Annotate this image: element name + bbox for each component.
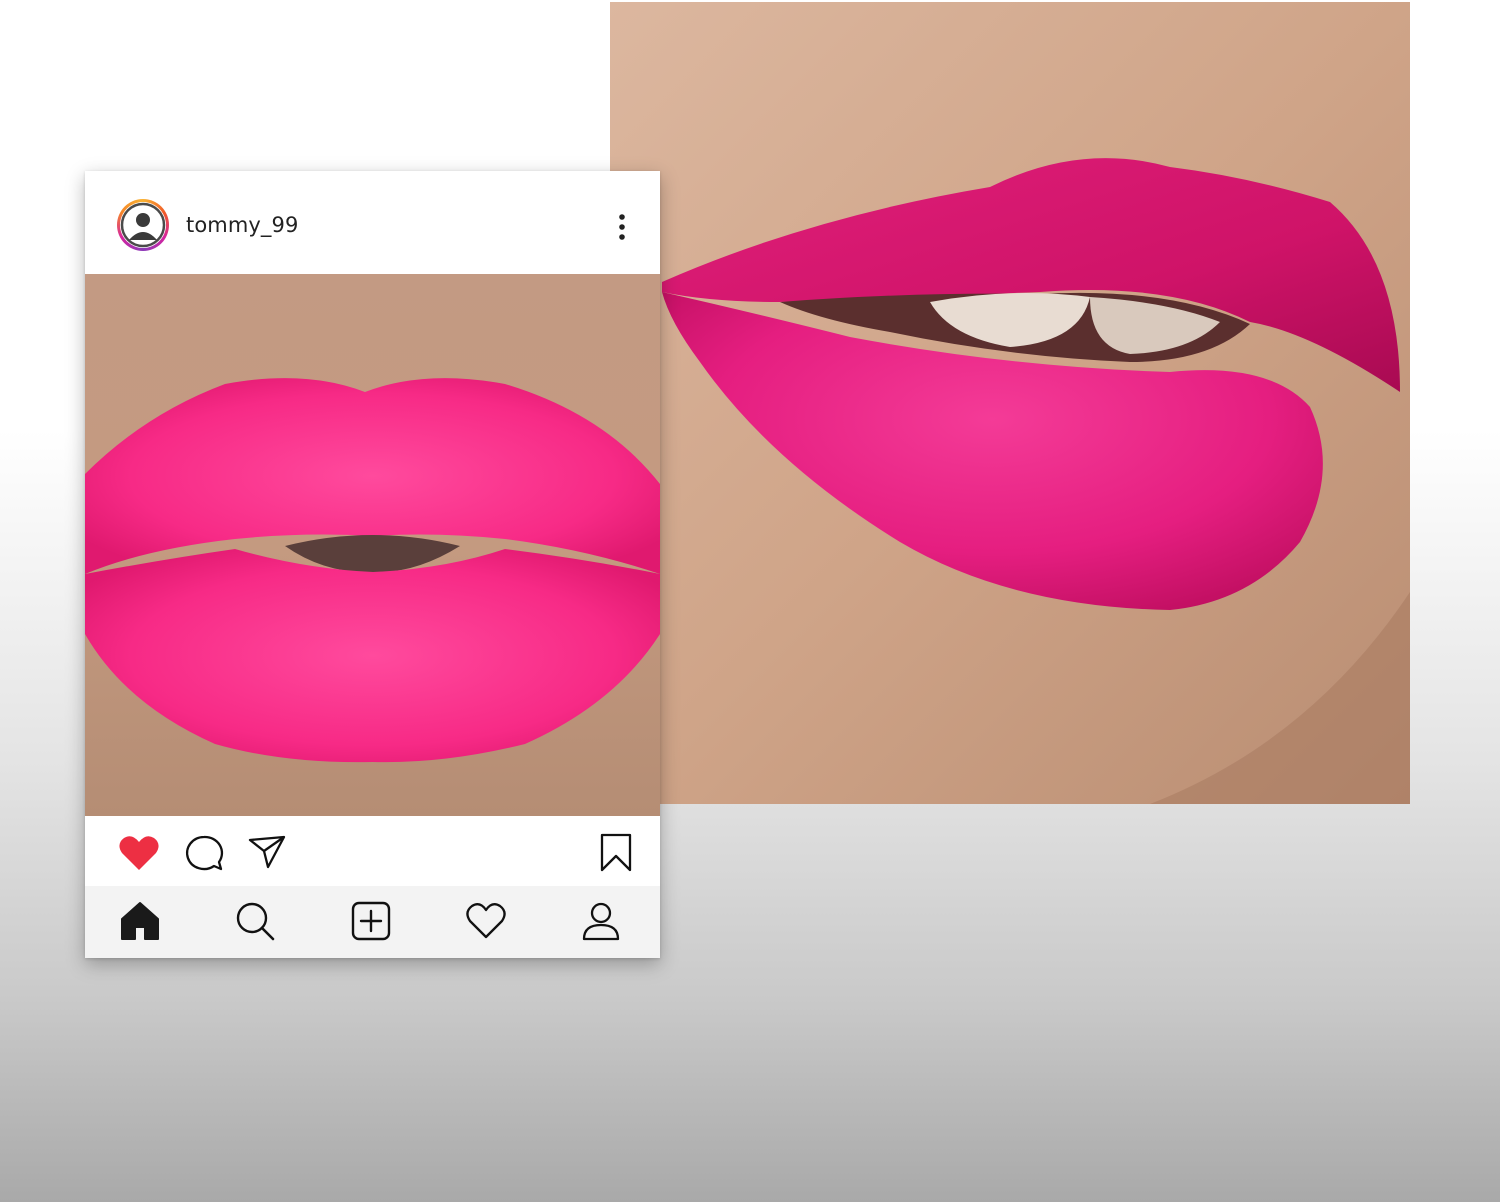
avatar[interactable] — [117, 199, 169, 251]
search-icon[interactable] — [234, 900, 276, 942]
profile-icon[interactable] — [580, 900, 622, 942]
post-header: tommy_99 — [85, 171, 660, 274]
bookmark-icon[interactable] — [598, 832, 634, 874]
social-post-card: tommy_99 — [85, 171, 660, 958]
share-icon[interactable] — [247, 834, 287, 870]
post-action-bar — [85, 816, 660, 886]
heart-filled-icon[interactable] — [118, 834, 160, 872]
activity-heart-icon[interactable] — [465, 900, 507, 942]
home-icon[interactable] — [119, 900, 161, 942]
avatar-icon — [120, 202, 166, 248]
post-username[interactable]: tommy_99 — [186, 213, 298, 237]
comment-icon[interactable] — [184, 834, 224, 872]
add-post-icon[interactable] — [350, 900, 392, 942]
lips-closeup-photo — [610, 2, 1410, 804]
more-options-icon[interactable] — [607, 209, 637, 245]
post-image[interactable] — [85, 274, 660, 816]
bottom-navigation — [85, 886, 660, 958]
